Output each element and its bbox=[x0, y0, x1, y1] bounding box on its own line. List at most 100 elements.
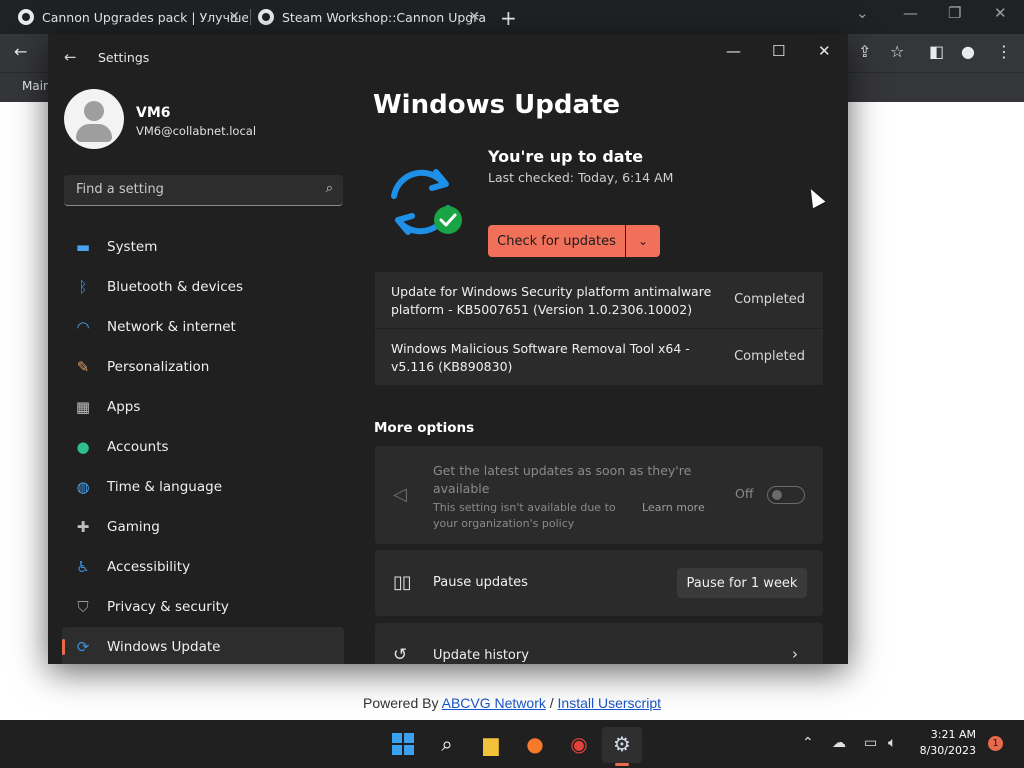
browser-tab-strip: Cannon Upgrades pack | Улучше ✕ Steam Wo… bbox=[0, 0, 1024, 34]
pause-for-1-week-button[interactable]: Pause for 1 week bbox=[677, 568, 807, 598]
share-icon[interactable]: ⇪ bbox=[858, 42, 871, 61]
sidebar-item-accounts[interactable]: ● Accounts bbox=[62, 427, 344, 467]
browser-tab-title: Cannon Upgrades pack | Улучше bbox=[42, 9, 248, 25]
pause-updates-label: Pause updates bbox=[433, 575, 528, 590]
settings-titlebar: ← Settings — ☐ ✕ bbox=[48, 34, 848, 80]
volume-icon[interactable]: 🔈︎ bbox=[888, 735, 896, 751]
accessibility-icon: ♿ bbox=[76, 558, 90, 576]
browser-restore-icon[interactable]: ❐ bbox=[948, 4, 961, 22]
search-input[interactable] bbox=[74, 181, 308, 198]
side-panel-icon[interactable]: ◧ bbox=[929, 42, 944, 61]
sidebar-item-bluetooth[interactable]: ᛒ Bluetooth & devices bbox=[62, 267, 344, 307]
check-for-updates-button[interactable]: Check for updates bbox=[488, 225, 625, 257]
avatar-body bbox=[76, 124, 112, 142]
latest-updates-toggle[interactable] bbox=[767, 486, 805, 504]
update-history-label: Update history bbox=[433, 648, 529, 663]
abcvg-network-link[interactable]: ABCVG Network bbox=[442, 695, 546, 711]
back-arrow-icon[interactable]: ← bbox=[64, 48, 77, 66]
network-offline-icon[interactable]: ☁ bbox=[832, 735, 846, 751]
gamepad-icon: ✚ bbox=[76, 518, 90, 536]
settings-gear-icon[interactable]: ⚙ bbox=[607, 729, 637, 759]
update-list: Update for Windows Security platform ant… bbox=[375, 272, 823, 386]
sidebar-item-personalization[interactable]: ✎ Personalization bbox=[62, 347, 344, 387]
new-tab-button[interactable]: + bbox=[500, 6, 517, 30]
tab-search-icon[interactable]: ⌄ bbox=[856, 4, 869, 22]
chrome-icon[interactable]: ◉ bbox=[564, 729, 594, 759]
profile-icon[interactable]: ● bbox=[961, 42, 975, 61]
browser-tab-cannon-upgrades[interactable]: Cannon Upgrades pack | Улучше ✕ bbox=[18, 2, 248, 32]
update-name: Update for Windows Security platform ant… bbox=[391, 284, 712, 317]
clock-date: 8/30/2023 bbox=[919, 744, 976, 757]
sidebar-item-label: Accounts bbox=[107, 439, 169, 455]
browser-menu-icon[interactable]: ⋮ bbox=[996, 42, 1012, 61]
firefox-icon[interactable]: ● bbox=[520, 729, 550, 759]
pause-icon: ▯▯ bbox=[393, 572, 412, 593]
close-tab-icon[interactable]: ✕ bbox=[228, 9, 240, 25]
browser-tab-title: Steam Workshop::Cannon Upgra bbox=[282, 9, 487, 25]
settings-window: ← Settings — ☐ ✕ VM6 VM6@collabnet.local… bbox=[48, 34, 848, 664]
update-status: Completed bbox=[734, 292, 805, 307]
search-icon[interactable]: ⌕ bbox=[326, 181, 333, 196]
sidebar-nav: ▬ System ᛒ Bluetooth & devices ◠ Network… bbox=[62, 227, 344, 664]
toggle-state-label: Off bbox=[735, 486, 754, 501]
policy-note: This setting isn't available due to your… bbox=[433, 501, 616, 530]
avatar[interactable] bbox=[64, 89, 124, 149]
update-status: Completed bbox=[734, 349, 805, 364]
browser-minimize-icon[interactable]: — bbox=[903, 4, 918, 22]
minimize-icon[interactable]: — bbox=[726, 42, 741, 60]
sidebar-item-accessibility[interactable]: ♿ Accessibility bbox=[62, 547, 344, 587]
system-clock[interactable]: 3:21 AM 8/30/2023 bbox=[918, 727, 976, 759]
browser-back-icon[interactable]: ← bbox=[14, 42, 27, 61]
profile-name: VM6 bbox=[136, 105, 171, 121]
learn-more-link[interactable]: Learn more bbox=[642, 501, 705, 514]
sidebar-item-privacy-security[interactable]: ⛉ Privacy & security bbox=[62, 587, 344, 627]
windows-logo-icon bbox=[392, 733, 414, 755]
browser-tab-steam-workshop[interactable]: Steam Workshop::Cannon Upgra ✕ bbox=[258, 2, 488, 32]
bluetooth-icon: ᛒ bbox=[78, 278, 88, 296]
page-title: Windows Update bbox=[373, 90, 621, 120]
sidebar-item-apps[interactable]: ▦ Apps bbox=[62, 387, 344, 427]
close-icon[interactable]: ✕ bbox=[818, 42, 831, 60]
latest-updates-title: Get the latest updates as soon as they'r… bbox=[433, 463, 692, 496]
sync-icon: ⟳ bbox=[76, 638, 90, 656]
active-app-indicator bbox=[615, 763, 629, 766]
sidebar-item-windows-update[interactable]: ⟳ Windows Update bbox=[62, 627, 344, 664]
check-updates-dropdown[interactable]: ⌄ bbox=[626, 225, 660, 257]
sidebar-item-label: System bbox=[107, 239, 158, 255]
sidebar-item-network[interactable]: ◠ Network & internet bbox=[62, 307, 344, 347]
app-title: Settings bbox=[98, 50, 150, 65]
file-explorer-icon[interactable]: ▆ bbox=[476, 729, 506, 759]
sidebar-item-label: Network & internet bbox=[107, 319, 236, 335]
sidebar-item-system[interactable]: ▬ System bbox=[62, 227, 344, 267]
install-userscript-link[interactable]: Install Userscript bbox=[558, 695, 661, 711]
steam-icon bbox=[258, 9, 274, 25]
update-history-card[interactable]: ↺ Update history › bbox=[375, 623, 823, 664]
start-button[interactable] bbox=[388, 729, 418, 759]
update-name: Windows Malicious Software Removal Tool … bbox=[391, 341, 690, 374]
bookmark-main[interactable]: Main bbox=[22, 79, 51, 93]
footer-prefix: Powered By bbox=[363, 695, 442, 711]
search-box[interactable]: ⌕ bbox=[64, 175, 343, 206]
list-item: Windows Malicious Software Removal Tool … bbox=[375, 329, 823, 385]
sidebar-item-gaming[interactable]: ✚ Gaming bbox=[62, 507, 344, 547]
update-status-icon bbox=[391, 169, 462, 235]
bookmark-star-icon[interactable]: ☆ bbox=[890, 42, 904, 61]
show-hidden-icons-chevron-icon[interactable]: ⌃ bbox=[802, 735, 814, 751]
close-tab-icon[interactable]: ✕ bbox=[468, 9, 480, 25]
sidebar-item-label: Bluetooth & devices bbox=[107, 279, 244, 295]
notification-badge[interactable]: 1 bbox=[988, 736, 1003, 751]
taskbar-search-icon[interactable]: ⌕ bbox=[432, 729, 462, 759]
browser-close-icon[interactable]: ✕ bbox=[994, 4, 1007, 22]
wifi-icon: ◠ bbox=[76, 318, 90, 336]
sidebar-item-label: Apps bbox=[107, 399, 141, 415]
sidebar-item-label: Accessibility bbox=[107, 559, 191, 575]
display-icon[interactable]: ▭ bbox=[864, 735, 877, 751]
list-item: Update for Windows Security platform ant… bbox=[375, 272, 823, 328]
pause-updates-card: ▯▯ Pause updates Pause for 1 week bbox=[375, 550, 823, 616]
paintbrush-icon: ✎ bbox=[76, 358, 90, 376]
maximize-icon[interactable]: ☐ bbox=[772, 42, 785, 60]
history-icon: ↺ bbox=[393, 645, 408, 664]
sidebar-item-label: Gaming bbox=[107, 519, 160, 535]
sidebar-item-time-language[interactable]: ◍ Time & language bbox=[62, 467, 344, 507]
profile-email: VM6@collabnet.local bbox=[136, 124, 257, 138]
